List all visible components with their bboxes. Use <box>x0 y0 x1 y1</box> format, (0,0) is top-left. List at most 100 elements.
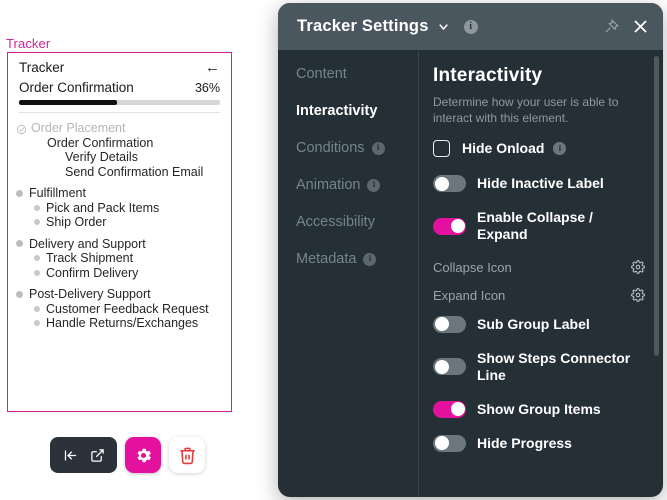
settings-nav-label: Conditions <box>296 140 365 156</box>
tracker-steps-list: Order Placement Order ConfirmationVerify … <box>8 113 231 330</box>
tracker-step-label: Ship Order <box>46 216 106 229</box>
step-bullet-icon <box>16 190 23 197</box>
settings-nav-item-accessibility[interactable]: Accessibility <box>296 214 418 230</box>
settings-nav-label: Interactivity <box>296 103 377 119</box>
option-toggle[interactable] <box>433 401 466 418</box>
tracker-step-item[interactable]: Confirm Delivery <box>16 267 220 280</box>
option-hide-inactive-label[interactable]: Hide Inactive Label <box>433 175 647 192</box>
element-label: Tracker <box>6 36 50 51</box>
option-show-group-items[interactable]: Show Group Items <box>433 401 647 418</box>
option-enable-collapse-expand[interactable]: Enable Collapse / Expand <box>433 209 647 243</box>
step-marker-empty <box>34 139 41 146</box>
panel-title: Tracker Settings <box>297 17 429 36</box>
step-bullet-icon <box>34 270 40 276</box>
gear-icon[interactable] <box>631 260 645 274</box>
settings-nav-label: Metadata <box>296 251 356 267</box>
option-label: Expand Icon <box>433 288 505 303</box>
option-toggle[interactable] <box>433 175 466 192</box>
option-toggle[interactable] <box>433 218 466 235</box>
option-label: Hide Progress <box>477 435 572 452</box>
gear-icon[interactable] <box>631 288 645 302</box>
tracker-step-label: Handle Returns/Exchanges <box>46 317 198 330</box>
tracker-card-title: Tracker <box>19 60 64 75</box>
info-icon[interactable]: i <box>367 179 380 192</box>
step-bullet-icon <box>34 255 40 261</box>
tracker-step-item[interactable]: Delivery and Support <box>16 238 220 251</box>
tracker-step-label: Order Placement <box>31 122 125 135</box>
step-bullet-icon <box>34 205 40 211</box>
info-icon[interactable]: i <box>363 253 376 266</box>
tracker-step-label: Post-Delivery Support <box>29 288 151 301</box>
options-list: Hide Onload i Hide Inactive Label Enable Co… <box>433 140 647 451</box>
option-label: Sub Group Label <box>477 316 590 333</box>
tracker-preview-card: Tracker ← Order Confirmation 36% Order P… <box>7 52 232 412</box>
tracker-step-label: Pick and Pack Items <box>46 202 159 215</box>
tracker-settings-panel: Tracker Settings i ContentInte <box>278 3 663 497</box>
option-label: Hide Onload <box>462 140 544 157</box>
option-sub-group-label[interactable]: Sub Group Label <box>433 316 647 333</box>
settings-nav-item-interactivity[interactable]: Interactivity <box>296 103 418 119</box>
collapse-panel-icon[interactable] <box>59 444 81 466</box>
delete-button[interactable] <box>169 437 205 473</box>
tracker-step-item[interactable]: Order Placement <box>16 122 220 135</box>
option-expand-icon[interactable]: Expand Icon <box>433 288 645 303</box>
settings-nav-item-metadata[interactable]: Metadata i <box>296 251 418 267</box>
tracker-step-label: Verify Details <box>65 151 138 164</box>
pin-icon[interactable] <box>604 19 619 34</box>
content-scrollbar[interactable] <box>654 50 659 493</box>
info-icon[interactable]: i <box>553 142 566 155</box>
toggle-knob <box>451 219 465 233</box>
tracker-step-item[interactable]: Track Shipment <box>16 252 220 265</box>
step-marker-empty <box>52 168 59 175</box>
step-bullet-icon <box>34 320 40 326</box>
info-icon[interactable]: i <box>464 20 478 34</box>
settings-nav-item-content[interactable]: Content <box>296 66 418 82</box>
option-checkbox[interactable] <box>433 140 450 157</box>
tracker-progress-percent: 36% <box>195 81 220 95</box>
tracker-step-item[interactable]: Order Confirmation <box>16 137 220 150</box>
toolbar-pill <box>50 437 117 473</box>
content-description: Determine how your user is able to inter… <box>433 94 621 126</box>
option-toggle[interactable] <box>433 435 466 452</box>
open-external-icon[interactable] <box>86 444 108 466</box>
tracker-card-header: Tracker ← Order Confirmation 36% <box>8 53 231 113</box>
option-show-steps-connector-line[interactable]: Show Steps Connector Line <box>433 350 647 384</box>
back-arrow-icon[interactable]: ← <box>204 60 220 75</box>
toggle-knob <box>451 402 465 416</box>
tracker-progress-fill <box>19 100 117 105</box>
option-collapse-icon[interactable]: Collapse Icon <box>433 260 645 275</box>
option-label: Enable Collapse / Expand <box>477 209 647 243</box>
settings-nav-label: Animation <box>296 177 360 193</box>
tracker-step-item[interactable]: Send Confirmation Email <box>16 166 220 179</box>
toggle-knob <box>435 360 449 374</box>
tracker-step-item[interactable]: Verify Details <box>16 151 220 164</box>
tracker-step-item[interactable]: Fulfillment <box>16 187 220 200</box>
close-icon[interactable] <box>631 17 650 36</box>
option-hide-progress[interactable]: Hide Progress <box>433 435 647 452</box>
tracker-step-item[interactable]: Post-Delivery Support <box>16 288 220 301</box>
tracker-step-item[interactable]: Pick and Pack Items <box>16 202 220 215</box>
option-label: Hide Inactive Label <box>477 175 604 192</box>
info-icon[interactable]: i <box>372 142 385 155</box>
tracker-step-item[interactable]: Ship Order <box>16 216 220 229</box>
option-label: Collapse Icon <box>433 260 512 275</box>
option-toggle[interactable] <box>433 316 466 333</box>
settings-nav-item-animation[interactable]: Animation i <box>296 177 418 193</box>
option-hide-onload[interactable]: Hide Onload i <box>433 140 647 157</box>
content-title: Interactivity <box>433 65 647 87</box>
tracker-step-label: Track Shipment <box>46 252 133 265</box>
settings-nav-item-conditions[interactable]: Conditions i <box>296 140 418 156</box>
tracker-step-item[interactable]: Customer Feedback Request <box>16 303 220 316</box>
option-toggle[interactable] <box>433 358 466 375</box>
tracker-step-item[interactable]: Handle Returns/Exchanges <box>16 317 220 330</box>
chevron-down-icon[interactable] <box>436 19 451 34</box>
panel-body: ContentInteractivityConditionsiAnimation… <box>278 50 663 497</box>
step-bullet-icon <box>16 240 23 247</box>
settings-gear-button[interactable] <box>125 437 161 473</box>
scrollbar-thumb[interactable] <box>654 56 659 356</box>
tracker-step-label: Send Confirmation Email <box>65 166 203 179</box>
screen: Tracker Tracker ← Order Confirmation 36%… <box>0 0 667 500</box>
step-marker-empty <box>52 154 59 161</box>
tracker-progress-bar <box>19 100 220 105</box>
tracker-current-step: Order Confirmation <box>19 80 134 95</box>
